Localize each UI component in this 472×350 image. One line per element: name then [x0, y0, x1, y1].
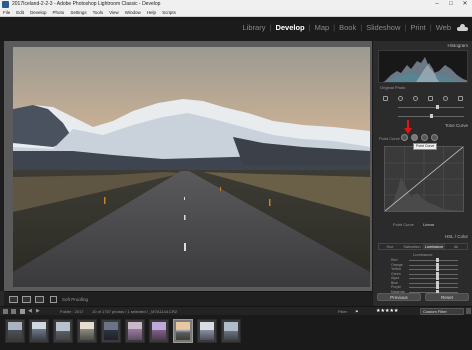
- adjustment-brush-icon[interactable]: [458, 96, 463, 101]
- module-print[interactable]: Print: [407, 23, 428, 32]
- tone-curve-graph[interactable]: [384, 146, 464, 212]
- point-curve-icon[interactable]: [411, 134, 418, 141]
- loupe-view-icon[interactable]: [9, 296, 18, 303]
- menu-view[interactable]: View: [109, 9, 119, 16]
- photo-view[interactable]: [4, 41, 372, 291]
- module-map[interactable]: Map: [312, 23, 333, 32]
- grid-icon[interactable]: [20, 309, 25, 314]
- hsl-header[interactable]: HSL / Color: [376, 233, 470, 241]
- film-thumbnail[interactable]: [197, 319, 217, 343]
- tab-saturation[interactable]: Saturation: [401, 244, 423, 249]
- app-icon: [2, 1, 9, 8]
- crop-icon[interactable]: [383, 96, 388, 101]
- previous-button[interactable]: Previous: [377, 293, 421, 301]
- annotation-arrow-icon: [404, 120, 412, 134]
- yy-view-icon[interactable]: [35, 296, 44, 303]
- module-slideshow[interactable]: Slideshow: [363, 23, 403, 32]
- module-picker: Library | Develop | Map | Book | Slideshow | …: [240, 23, 468, 32]
- main-photo[interactable]: [13, 47, 370, 287]
- point-curve-tooltip: Point Curve: [413, 143, 438, 150]
- hsl-subheader: Luminance: [413, 252, 433, 257]
- tone-curve-header[interactable]: Tone Curve: [376, 122, 470, 130]
- soft-proofing-checkbox[interactable]: [50, 296, 57, 303]
- film-thumbnail[interactable]: [221, 319, 241, 343]
- menu-scripts[interactable]: Scripts: [162, 9, 176, 16]
- module-develop[interactable]: Develop: [272, 23, 307, 32]
- menu-tools[interactable]: Tools: [93, 9, 104, 16]
- cloud-icon[interactable]: [457, 24, 468, 31]
- maximize-button[interactable]: □: [444, 0, 458, 9]
- soft-proofing-label: Soft Proofing: [62, 297, 89, 302]
- module-book[interactable]: Book: [336, 23, 359, 32]
- display-two-icon[interactable]: [11, 309, 16, 314]
- close-button[interactable]: ✕: [458, 0, 472, 9]
- filter-lock-icon[interactable]: [466, 308, 471, 314]
- tab-luminance[interactable]: Luminance: [423, 244, 445, 249]
- slider-row[interactable]: [378, 113, 468, 119]
- module-bar: Library | Develop | Map | Book | Slideshow | …: [0, 17, 472, 41]
- window-title: 2017Iceland-2-2-3 - Adobe Photoshop Ligh…: [12, 1, 161, 7]
- spot-removal-icon[interactable]: [398, 96, 403, 101]
- window-titlebar: 2017Iceland-2-2-3 - Adobe Photoshop Ligh…: [0, 0, 472, 9]
- reset-button[interactable]: Reset: [425, 293, 469, 301]
- menu-file[interactable]: File: [3, 9, 10, 16]
- red-eye-icon[interactable]: [413, 96, 418, 101]
- forward-arrow-icon[interactable]: ▶: [36, 309, 41, 314]
- minimize-button[interactable]: –: [430, 0, 444, 9]
- before-after-icon[interactable]: [22, 296, 31, 303]
- menu-window[interactable]: Window: [125, 9, 141, 16]
- filmstrip: [0, 315, 472, 350]
- tone-curve-title: Tone Curve: [444, 123, 468, 128]
- menu-edit[interactable]: Edit: [16, 9, 24, 16]
- film-thumbnail[interactable]: [53, 319, 73, 343]
- toolbar: Soft Proofing: [4, 291, 372, 306]
- tab-all[interactable]: All: [445, 244, 467, 249]
- film-thumbnail[interactable]: [29, 319, 49, 343]
- film-thumbnail[interactable]: [101, 319, 121, 343]
- module-library[interactable]: Library: [240, 23, 269, 32]
- film-thumbnail[interactable]: [149, 319, 169, 343]
- histogram[interactable]: [378, 50, 468, 83]
- film-thumbnail-selected[interactable]: [173, 319, 193, 343]
- filmstrip-header: ◀ ▶ Folder : 2017 10 of 1757 photos / 1 …: [0, 306, 472, 315]
- red-channel-icon[interactable]: [421, 134, 428, 141]
- menu-bar: File Edit Develop Photo Settings Tools V…: [0, 9, 472, 17]
- blue-channel-icon[interactable]: [431, 134, 438, 141]
- display-one-icon[interactable]: [3, 309, 8, 314]
- original-photo-label: Original Photo: [380, 85, 406, 90]
- channel-select[interactable]: Linear: [423, 222, 434, 227]
- target-adjust-icon[interactable]: [401, 134, 408, 141]
- back-arrow-icon[interactable]: ◀: [28, 309, 33, 314]
- menu-photo[interactable]: Photo: [53, 9, 65, 16]
- tone-curve-mode-icons: [401, 134, 438, 141]
- slider-row[interactable]: [378, 104, 468, 110]
- menu-settings[interactable]: Settings: [70, 9, 86, 16]
- right-panel: Histogram Original Photo Tone Curve Poin…: [372, 41, 472, 306]
- radial-filter-icon[interactable]: [443, 96, 448, 101]
- histogram-title: Histogram: [447, 43, 468, 48]
- tab-hue[interactable]: Hue: [379, 244, 401, 249]
- tool-strip: [378, 95, 468, 102]
- custom-filter-select[interactable]: Custom Filter: [420, 308, 464, 315]
- graduated-filter-icon[interactable]: [428, 96, 433, 101]
- histogram-header[interactable]: Histogram: [376, 42, 470, 50]
- tone-curve-region-label: Point Curve: [379, 136, 400, 141]
- module-web[interactable]: Web: [433, 23, 454, 32]
- menu-help[interactable]: Help: [147, 9, 156, 16]
- film-thumbnail[interactable]: [77, 319, 97, 343]
- menu-develop[interactable]: Develop: [30, 9, 47, 16]
- film-thumbnail[interactable]: [125, 319, 145, 343]
- panel-buttons: Previous Reset: [373, 293, 472, 303]
- channel-label: Point Curve: [393, 222, 414, 227]
- hsl-tabs: Hue Saturation Luminance All: [378, 243, 468, 250]
- hsl-title: HSL / Color: [444, 234, 468, 239]
- film-thumbnail[interactable]: [5, 319, 25, 343]
